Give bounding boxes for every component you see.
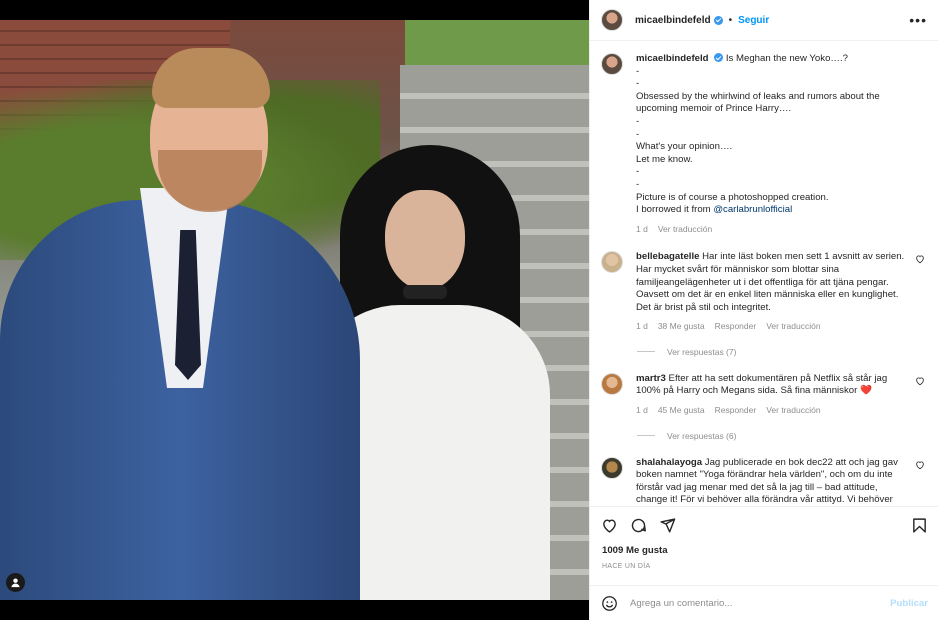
commenter-avatar[interactable] [601, 372, 623, 395]
heart-icon[interactable] [915, 460, 925, 470]
author-avatar-small[interactable] [601, 53, 623, 75]
caption-line: - [636, 166, 640, 178]
photo-woman-face [385, 190, 465, 290]
comment-body: bellebagatelle Har inte läst boken men s… [636, 251, 914, 333]
caption-time: 1 d [636, 223, 648, 234]
more-options-icon[interactable]: ••• [909, 12, 927, 28]
caption-mention-link[interactable]: @carlabrunlofficial [713, 204, 792, 215]
commenter-avatar[interactable] [601, 456, 623, 479]
heart-emoji: ❤️ [859, 385, 872, 397]
caption: micaelbindefeld Is Meghan the new Yoko….… [601, 53, 928, 235]
heart-icon[interactable] [915, 254, 925, 264]
emoji-icon[interactable] [601, 595, 618, 612]
caption-line: - [636, 128, 640, 140]
comment-item: bellebagatelle Har inte läst boken men s… [601, 251, 928, 333]
caption-line: I borrowed it from @carlabrunlofficial [636, 204, 793, 216]
comment-body: shalahalayoga Jag publicerade en bok dec… [636, 456, 898, 506]
reply-button[interactable]: Responder [715, 404, 757, 417]
caption-body: micaelbindefeld Is Meghan the new Yoko….… [636, 53, 914, 235]
heart-icon[interactable] [915, 376, 925, 386]
verified-icon [714, 53, 724, 62]
comments-list[interactable]: micaelbindefeld Is Meghan the new Yoko….… [590, 41, 938, 506]
caption-line: - [636, 65, 640, 77]
post-media[interactable] [0, 0, 589, 620]
comment-meta: 1 d 45 Me gusta Responder Ver traducción [636, 404, 914, 417]
caption-meta: 1 d Ver traducción [636, 223, 914, 236]
comment-time: 1 d [636, 405, 648, 416]
caption-line: Obsessed by the whirlwind of leaks and r… [636, 90, 880, 102]
post-time-ago: HACE UN DÍA [602, 563, 651, 570]
caption-line: upcoming memoir of Prince Harry…. [636, 103, 792, 115]
see-translation-link[interactable]: Ver traducción [766, 404, 820, 417]
comment-likes[interactable]: 38 Me gusta [658, 320, 705, 333]
post-header: micaelbindefeld • Seguir ••• [590, 0, 938, 41]
publish-button[interactable]: Publicar [890, 598, 928, 609]
comment-likes[interactable]: 45 Me gusta [658, 404, 705, 417]
follow-button[interactable]: Seguir [738, 15, 769, 26]
see-translation-link[interactable]: Ver traducción [658, 223, 712, 236]
post-actions [590, 506, 938, 544]
view-replies-button[interactable]: Ver respuestas (6) [637, 431, 928, 441]
caption-line: - [636, 178, 640, 190]
post-photo[interactable] [0, 20, 589, 600]
caption-line: What's your opinion…. [636, 141, 733, 153]
author-avatar[interactable] [601, 9, 623, 31]
heart-icon[interactable] [601, 517, 618, 534]
caption-line: - [636, 115, 640, 127]
caption-line: Picture is of course a photoshopped crea… [636, 191, 829, 203]
photo-woman-choker [403, 285, 447, 299]
author-username[interactable]: micaelbindefeld [635, 15, 711, 26]
comment-item: martr3 Efter att ha sett dokumentären på… [601, 372, 928, 417]
comment-meta: 1 d 38 Me gusta Responder Ver traducción [636, 320, 914, 333]
reply-button[interactable]: Responder [715, 320, 757, 333]
view-replies-button[interactable]: Ver respuestas (7) [637, 347, 928, 357]
commenter-avatar[interactable] [601, 251, 623, 274]
caption-line: - [636, 78, 640, 90]
caption-line: Let me know. [636, 153, 693, 165]
share-icon[interactable] [659, 517, 676, 534]
header-separator: • [728, 14, 733, 26]
comment-icon[interactable] [630, 517, 647, 534]
likes-count[interactable]: 1009 Me gusta [602, 545, 668, 556]
see-translation-link[interactable]: Ver traducción [766, 320, 820, 333]
commenter-username[interactable]: martr3 [636, 373, 666, 384]
add-comment-bar: Publicar [590, 585, 938, 620]
comment-time: 1 d [636, 321, 648, 332]
comment-body: martr3 Efter att ha sett dokumentären på… [636, 373, 914, 417]
photo-man-hair [152, 48, 270, 108]
commenter-username[interactable]: shalahalayoga [636, 457, 702, 468]
verified-icon [713, 15, 723, 25]
caption-username[interactable]: micaelbindefeld [636, 53, 709, 64]
user-tag-icon[interactable] [6, 573, 25, 592]
caption-line: micaelbindefeld Is Meghan the new Yoko….… [636, 53, 848, 64]
comment-input[interactable] [630, 597, 880, 609]
comment-item: shalahalayoga Jag publicerade en bok dec… [601, 456, 928, 506]
post-panel: micaelbindefeld • Seguir ••• micaelbinde… [589, 0, 938, 620]
save-icon[interactable] [911, 517, 928, 534]
photo-lawn [405, 20, 589, 65]
commenter-username[interactable]: bellebagatelle [636, 251, 699, 262]
